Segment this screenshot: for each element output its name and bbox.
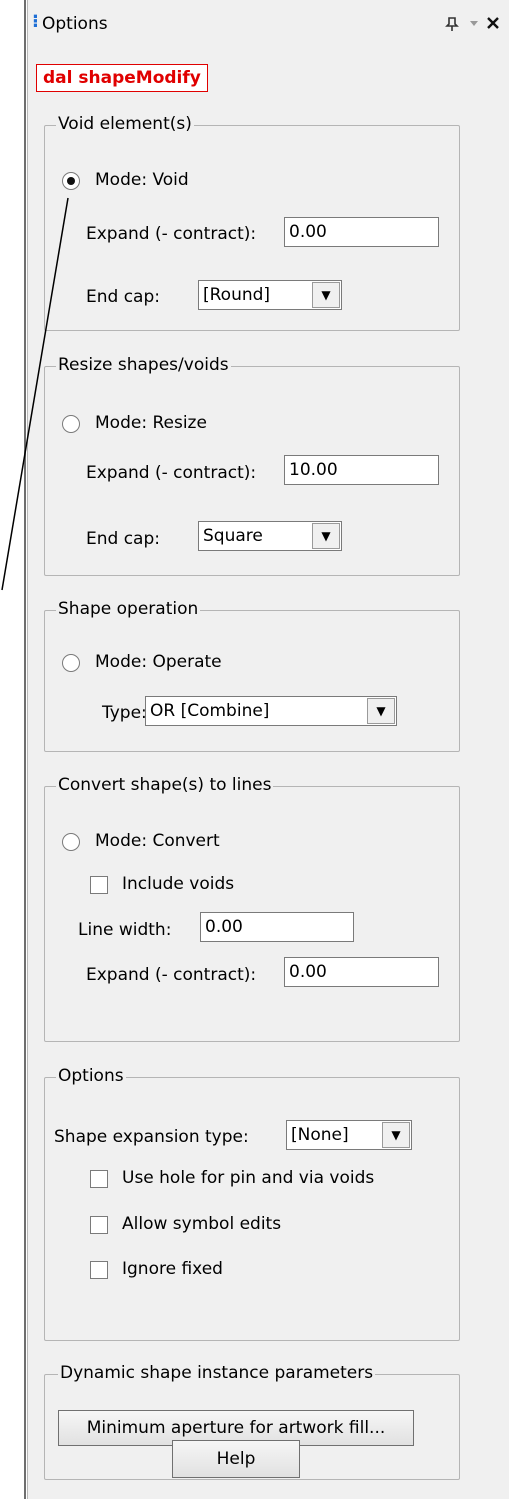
- chevron-down-icon[interactable]: ▼: [312, 523, 340, 549]
- resize-endcap-value: Square: [203, 526, 263, 546]
- mode-resize-label: Mode: Resize: [95, 413, 207, 433]
- void-endcap-select[interactable]: [Round] ▼: [198, 280, 342, 310]
- include-voids-checkbox[interactable]: [90, 876, 108, 894]
- chevron-down-icon[interactable]: ▼: [367, 698, 395, 724]
- void-endcap-value: [Round]: [203, 285, 271, 305]
- operation-type-label: Type:: [102, 703, 147, 723]
- shape-expansion-label: Shape expansion type:: [54, 1127, 249, 1147]
- mode-void-label: Mode: Void: [95, 170, 189, 190]
- void-expand-label: Expand (- contract):: [86, 224, 257, 244]
- void-endcap-label: End cap:: [86, 287, 160, 307]
- void-expand-input[interactable]: 0.00: [284, 217, 439, 247]
- window-border: [24, 0, 26, 1499]
- mode-operate-label: Mode: Operate: [95, 652, 222, 672]
- resize-expand-input[interactable]: 10.00: [284, 455, 439, 485]
- resize-legend: Resize shapes/voids: [56, 355, 231, 375]
- chevron-down-icon[interactable]: ▼: [382, 1122, 410, 1148]
- options-legend: Options: [56, 1066, 126, 1086]
- convert-expand-label: Expand (- contract):: [86, 965, 257, 985]
- mode-convert-label: Mode: Convert: [95, 831, 220, 851]
- ignore-fixed-checkbox[interactable]: [90, 1261, 108, 1279]
- help-button[interactable]: Help: [172, 1440, 300, 1478]
- include-voids-label: Include voids: [122, 874, 235, 894]
- line-width-input[interactable]: 0.00: [200, 912, 354, 942]
- chevron-down-icon[interactable]: [468, 16, 480, 34]
- panel-title: Options: [42, 14, 108, 34]
- close-icon[interactable]: [486, 15, 500, 35]
- command-name-label: dal shapeModify: [36, 64, 208, 92]
- void-elements-legend: Void element(s): [56, 114, 194, 134]
- pin-icon[interactable]: [445, 16, 459, 36]
- resize-endcap-label: End cap:: [86, 529, 160, 549]
- mode-resize-radio[interactable]: [62, 415, 80, 433]
- mode-convert-radio[interactable]: [62, 833, 80, 851]
- dynamic-legend: Dynamic shape instance parameters: [58, 1363, 376, 1383]
- resize-expand-label: Expand (- contract):: [86, 463, 257, 483]
- grip-icon[interactable]: ⁝: [32, 13, 39, 33]
- convert-expand-input[interactable]: 0.00: [284, 957, 439, 987]
- allow-symbol-checkbox[interactable]: [90, 1216, 108, 1234]
- chevron-down-icon[interactable]: ▼: [312, 282, 340, 308]
- options-group: [44, 1077, 460, 1341]
- shape-operation-legend: Shape operation: [56, 599, 201, 619]
- resize-endcap-select[interactable]: Square ▼: [198, 521, 342, 551]
- convert-legend: Convert shape(s) to lines: [56, 775, 274, 795]
- operation-type-value: OR [Combine]: [150, 701, 270, 721]
- mode-void-radio[interactable]: [62, 172, 80, 190]
- shape-operation-group: [44, 610, 460, 752]
- use-hole-checkbox[interactable]: [90, 1170, 108, 1188]
- line-width-label: Line width:: [78, 920, 172, 940]
- use-hole-label: Use hole for pin and via voids: [122, 1168, 375, 1188]
- allow-symbol-label: Allow symbol edits: [122, 1214, 282, 1234]
- shape-expansion-select[interactable]: [None] ▼: [286, 1120, 412, 1150]
- mode-operate-radio[interactable]: [62, 654, 80, 672]
- operation-type-select[interactable]: OR [Combine] ▼: [145, 696, 397, 726]
- ignore-fixed-label: Ignore fixed: [122, 1259, 223, 1279]
- shape-expansion-value: [None]: [291, 1125, 349, 1145]
